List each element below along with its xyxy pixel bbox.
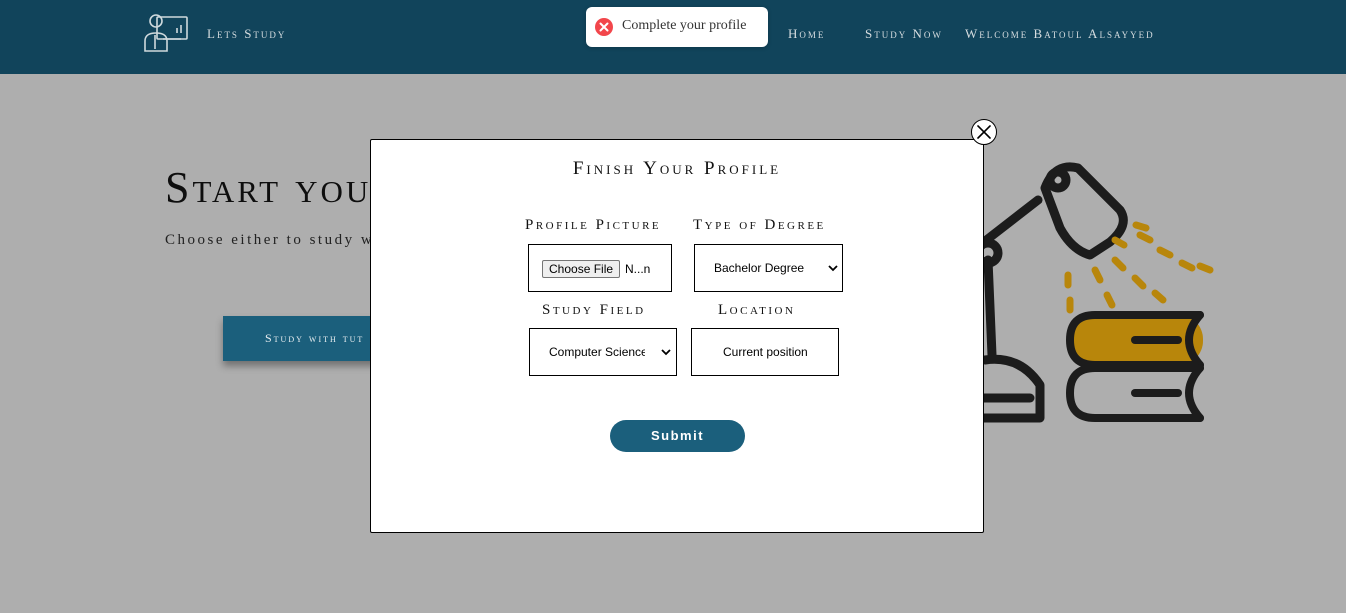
- chevron-down-icon: [828, 265, 838, 272]
- profile-picture-label: Profile Picture: [525, 217, 662, 233]
- nav-study-now[interactable]: Study Now: [865, 26, 943, 42]
- submit-button[interactable]: Submit: [610, 420, 745, 452]
- nav-home[interactable]: Home: [788, 26, 825, 42]
- error-circle-icon: [595, 18, 613, 36]
- brand-name[interactable]: Lets Study: [207, 26, 286, 42]
- degree-type-select[interactable]: Bachelor Degree: [694, 244, 843, 292]
- nav-welcome-user[interactable]: Welcome Batoul Alsayyed: [965, 26, 1155, 42]
- selected-file-name: N...n: [625, 262, 651, 276]
- close-icon: [977, 125, 991, 139]
- study-field-value: Computer Science: [549, 345, 645, 359]
- toast-message: Complete your profile: [622, 18, 747, 33]
- hero-title: Start your: [165, 163, 395, 212]
- location-label: Location: [718, 302, 796, 318]
- hero-subtitle: Choose either to study wi: [165, 232, 381, 248]
- study-field-label: Study Field: [542, 302, 646, 318]
- student-computer-logo-icon[interactable]: [143, 11, 189, 53]
- modal-title: Finish Your Profile: [572, 158, 782, 179]
- chevron-down-icon: [661, 349, 671, 356]
- location-input[interactable]: Current position: [691, 328, 839, 376]
- location-value: Current position: [723, 345, 808, 359]
- finish-profile-modal: Finish Your Profile Profile Picture Choo…: [370, 139, 984, 533]
- degree-type-label: Type of Degree: [693, 217, 826, 233]
- study-field-select[interactable]: Computer Science: [529, 328, 677, 376]
- degree-type-value: Bachelor Degree: [714, 261, 805, 275]
- toast-notification: Complete your profile: [586, 7, 768, 47]
- desk-lamp-books-illustration: [973, 162, 1214, 423]
- choose-file-button[interactable]: Choose File: [542, 260, 621, 278]
- profile-picture-file-input[interactable]: Choose File N...n: [528, 244, 672, 292]
- close-modal-button[interactable]: [971, 119, 997, 145]
